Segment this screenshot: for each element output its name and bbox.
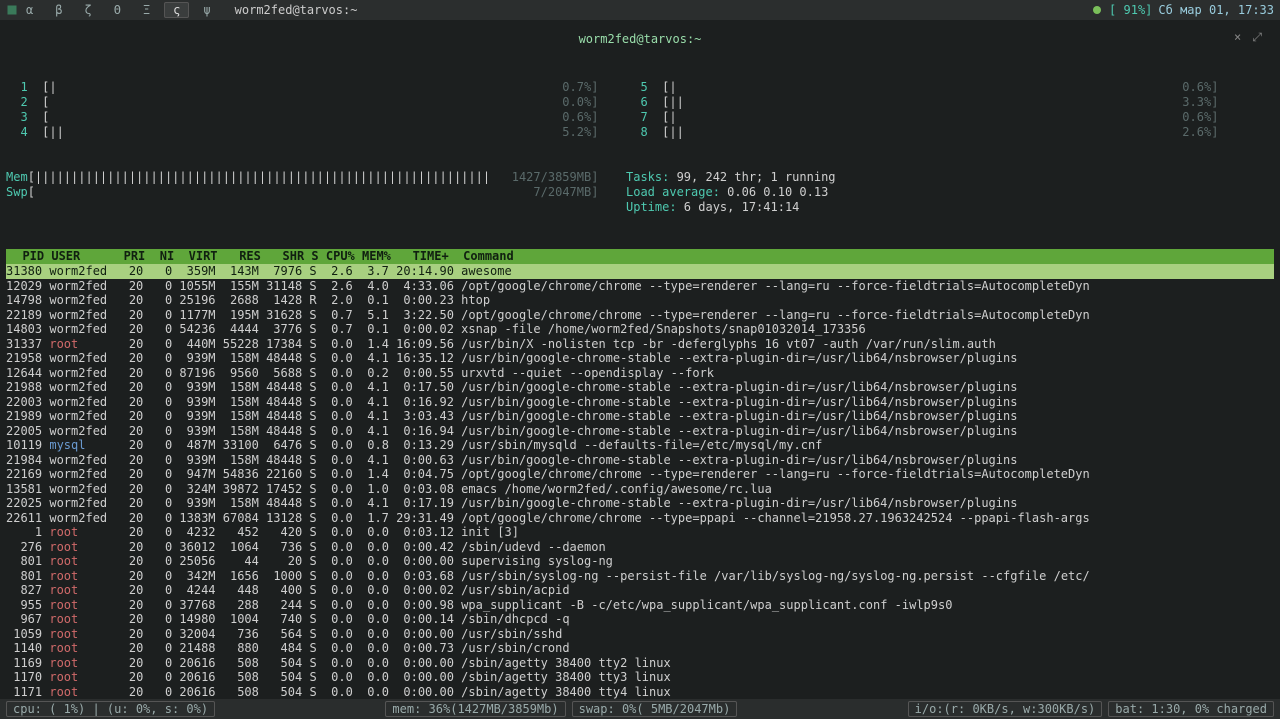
table-row[interactable]: 12029 worm2fed 20 0 1055M 155M 31148 S 2… (6, 279, 1274, 294)
table-row[interactable]: 955 root 20 0 37768 288 244 S 0.0 0.0 0:… (6, 598, 1274, 613)
process-table[interactable]: 31380 worm2fed 20 0 359M 143M 7976 S 2.6… (6, 264, 1274, 719)
table-row[interactable]: 1 root 20 0 4232 452 420 S 0.0 0.0 0:03.… (6, 525, 1274, 540)
table-row[interactable]: 14803 worm2fed 20 0 54236 4444 3776 S 0.… (6, 322, 1274, 337)
tag-list: αβζΘΞςψ (18, 2, 219, 18)
tag-ς[interactable]: ς (164, 2, 189, 18)
table-row[interactable]: 14798 worm2fed 20 0 25196 2688 1428 R 2.… (6, 293, 1274, 308)
clock: Сб мар 01, 17:33 (1158, 3, 1274, 17)
tag-ψ[interactable]: ψ (195, 3, 218, 17)
tag-ζ[interactable]: ζ (76, 3, 99, 17)
table-row[interactable]: 1171 root 20 0 20616 508 504 S 0.0 0.0 0… (6, 685, 1274, 700)
meter-uptime: Uptime: 6 days, 17:41:14 (626, 200, 1274, 215)
battery-indicator: [ 91%] (1109, 3, 1152, 17)
status-swap: swap: 0%( 5MB/2047Mb) (572, 701, 738, 717)
table-row[interactable]: 827 root 20 0 4244 448 400 S 0.0 0.0 0:0… (6, 583, 1274, 598)
window-controls[interactable]: × ⤢ (1234, 30, 1264, 45)
os-taskbar: αβζΘΞςψ worm2fed@tarvos:~ [ 91%] Сб мар … (0, 0, 1280, 20)
table-row[interactable]: 967 root 20 0 14980 1004 740 S 0.0 0.0 0… (6, 612, 1274, 627)
status-mem: mem: 36%(1427MB/3859Mb) (385, 701, 565, 717)
status-io: i/o:(r: 0KB/s, w:300KB/s) (908, 701, 1103, 717)
status-bar: cpu: ( 1%) | (u: 0%, s: 0%) mem: 36%(142… (0, 699, 1280, 719)
status-cpu: cpu: ( 1%) | (u: 0%, s: 0%) (6, 701, 215, 717)
table-row[interactable]: 21984 worm2fed 20 0 939M 158M 48448 S 0.… (6, 453, 1274, 468)
table-row[interactable]: 22005 worm2fed 20 0 939M 158M 48448 S 0.… (6, 424, 1274, 439)
terminal-title: worm2fed@tarvos:~ (579, 32, 702, 46)
table-row[interactable]: 31380 worm2fed 20 0 359M 143M 7976 S 2.6… (6, 264, 1274, 279)
table-row[interactable]: 10119 mysql 20 0 487M 33100 6476 S 0.0 0… (6, 438, 1274, 453)
table-row[interactable]: 13581 worm2fed 20 0 324M 39872 17452 S 0… (6, 482, 1274, 497)
process-table-header[interactable]: PID USER PRI NI VIRT RES SHR S CPU% MEM%… (6, 249, 1274, 264)
awesome-logo-icon (6, 4, 18, 16)
table-row[interactable]: 801 root 20 0 25056 44 20 S 0.0 0.0 0:00… (6, 554, 1274, 569)
network-icon (1091, 4, 1103, 16)
terminal-window: worm2fed@tarvos:~ × ⤢ 1 [| 0.7%] 2 [ (0, 20, 1280, 719)
table-row[interactable]: 22025 worm2fed 20 0 939M 158M 48448 S 0.… (6, 496, 1274, 511)
tag-Ξ[interactable]: Ξ (135, 3, 158, 17)
window-title[interactable]: worm2fed@tarvos:~ (235, 3, 358, 17)
status-bat: bat: 1:30, 0% charged (1108, 701, 1274, 717)
table-row[interactable]: 21988 worm2fed 20 0 939M 158M 48448 S 0.… (6, 380, 1274, 395)
table-row[interactable]: 12644 worm2fed 20 0 87196 9560 5688 S 0.… (6, 366, 1274, 381)
table-row[interactable]: 276 root 20 0 36012 1064 736 S 0.0 0.0 0… (6, 540, 1274, 555)
table-row[interactable]: 1059 root 20 0 32004 736 564 S 0.0 0.0 0… (6, 627, 1274, 642)
table-row[interactable]: 22003 worm2fed 20 0 939M 158M 48448 S 0.… (6, 395, 1274, 410)
table-row[interactable]: 1170 root 20 0 20616 508 504 S 0.0 0.0 0… (6, 670, 1274, 685)
meter-tasks: Tasks: 99, 242 thr; 1 running (626, 170, 1274, 185)
system-tray: [ 91%] Сб мар 01, 17:33 (1091, 3, 1274, 17)
table-row[interactable]: 31337 root 20 0 440M 55228 17384 S 0.0 1… (6, 337, 1274, 352)
meter-loadavg: Load average: 0.06 0.10 0.13 (626, 185, 1274, 200)
table-row[interactable]: 22169 worm2fed 20 0 947M 54836 22160 S 0… (6, 467, 1274, 482)
terminal-titlebar: worm2fed@tarvos:~ × ⤢ (6, 24, 1274, 48)
tag-Θ[interactable]: Θ (106, 3, 129, 17)
table-row[interactable]: 1169 root 20 0 20616 508 504 S 0.0 0.0 0… (6, 656, 1274, 671)
tag-β[interactable]: β (47, 3, 70, 17)
table-row[interactable]: 21989 worm2fed 20 0 939M 158M 48448 S 0.… (6, 409, 1274, 424)
table-row[interactable]: 1140 root 20 0 21488 880 484 S 0.0 0.0 0… (6, 641, 1274, 656)
table-row[interactable]: 21958 worm2fed 20 0 939M 158M 48448 S 0.… (6, 351, 1274, 366)
table-row[interactable]: 22189 worm2fed 20 0 1177M 195M 31628 S 0… (6, 308, 1274, 323)
tag-α[interactable]: α (18, 3, 41, 17)
table-row[interactable]: 22611 worm2fed 20 0 1383M 67084 13128 S … (6, 511, 1274, 526)
table-row[interactable]: 801 root 20 0 342M 1656 1000 S 0.0 0.0 0… (6, 569, 1274, 584)
htop-meters: 1 [| 0.7%] 2 [ 0.0%] 3 [ (6, 48, 1274, 249)
